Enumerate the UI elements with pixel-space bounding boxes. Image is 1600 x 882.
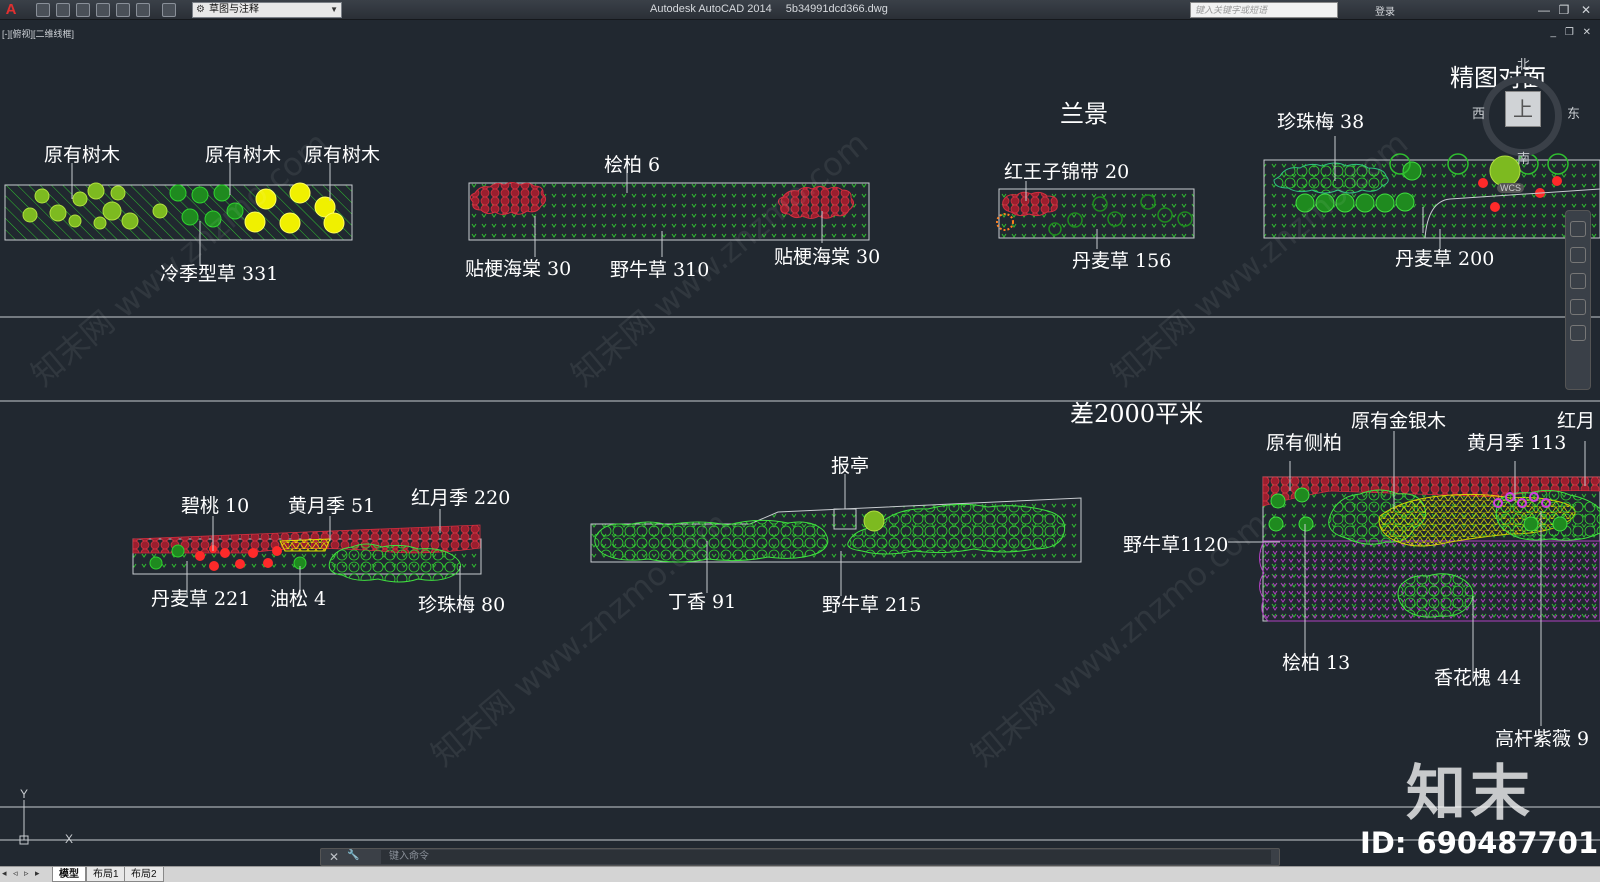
print-icon[interactable] bbox=[116, 3, 130, 17]
orbit-icon[interactable] bbox=[1570, 299, 1586, 315]
save-as-icon[interactable] bbox=[96, 3, 110, 17]
label-buffalo-grass-2: 野牛草 215 bbox=[822, 594, 922, 616]
tab-layout2[interactable]: 布局2 bbox=[124, 867, 164, 882]
label-lilac: 丁香 91 bbox=[668, 591, 737, 613]
viewcube-east[interactable]: 东 bbox=[1567, 103, 1580, 122]
label-yellow-rose-2: 黄月季 113 bbox=[1467, 432, 1567, 454]
viewcube-south[interactable]: 南 bbox=[1517, 148, 1530, 167]
search-input[interactable]: 键入关键字或短语 bbox=[1190, 2, 1338, 18]
label-sorbaria-1: 珍珠梅 38 bbox=[1277, 111, 1365, 133]
label-kiosk: 报亭 bbox=[831, 455, 870, 477]
section-title-area-diff: 差2000平米 bbox=[1070, 400, 1204, 428]
open-file-icon[interactable] bbox=[56, 3, 70, 17]
chevron-down-icon: ▼ bbox=[330, 5, 338, 14]
minimize-button[interactable]: — bbox=[1536, 2, 1552, 18]
close-button[interactable]: ✕ bbox=[1578, 2, 1594, 18]
label-juniper-2: 桧柏 13 bbox=[1282, 652, 1351, 674]
label-danish-grass-2: 丹麦草 200 bbox=[1395, 248, 1495, 270]
label-danish-grass-3: 丹麦草 221 bbox=[151, 588, 251, 610]
command-customize-icon[interactable]: 🔧 bbox=[347, 850, 359, 861]
label-flowering-quince-2: 贴梗海棠 30 bbox=[774, 246, 881, 268]
app-name: Autodesk AutoCAD 2014 bbox=[650, 3, 772, 15]
label-peach: 碧桃 10 bbox=[181, 495, 250, 517]
redo-icon[interactable] bbox=[162, 3, 176, 17]
label-weigela: 红王子锦带 20 bbox=[1004, 161, 1130, 183]
autocad-logo-icon[interactable]: A bbox=[2, 1, 20, 19]
watermark-logo: 知末 bbox=[1406, 759, 1534, 829]
label-pine: 油松 4 bbox=[270, 588, 327, 610]
file-name: 5b34991dcd366.dwg bbox=[785, 3, 888, 15]
viewcube-top-face[interactable]: 上 bbox=[1505, 91, 1541, 127]
layout-nav-arrows[interactable]: ◂ ◃ ▹ ▸ bbox=[2, 868, 42, 879]
label-red-rose-1: 红月季 220 bbox=[411, 487, 511, 509]
label-danish-grass-1: 丹麦草 156 bbox=[1072, 250, 1172, 272]
section-title-lanjing: 兰景 bbox=[1060, 100, 1108, 128]
command-input[interactable]: 键入命令 bbox=[381, 850, 1271, 864]
login-button[interactable]: 登录 bbox=[1375, 3, 1395, 18]
undo-icon[interactable] bbox=[136, 3, 150, 17]
workspace-label: 草图与注释 bbox=[209, 4, 259, 15]
zoom-icon[interactable] bbox=[1570, 273, 1586, 289]
command-line[interactable]: ✕ 🔧 键入命令 bbox=[320, 848, 1280, 866]
workspace-dropdown[interactable]: ⚙ 草图与注释 ▼ bbox=[192, 2, 342, 18]
label-arborvitae: 原有侧柏 bbox=[1266, 432, 1343, 454]
ucs-x-label: X bbox=[65, 832, 74, 846]
label-juniper: 桧柏 6 bbox=[604, 154, 661, 176]
watermark-id: ID: 690487701 bbox=[1360, 826, 1599, 860]
title-bar: A ⚙ 草图与注释 ▼ Autodesk AutoCAD 2014 5b34991… bbox=[0, 0, 1600, 20]
restore-button[interactable]: ❐ bbox=[1556, 2, 1572, 18]
save-icon[interactable] bbox=[76, 3, 90, 17]
label-existing-tree-1: 原有树木 bbox=[44, 144, 121, 166]
wcs-menu[interactable]: WCS bbox=[1497, 183, 1524, 193]
tab-layout1[interactable]: 布局1 bbox=[86, 867, 126, 882]
gear-icon: ⚙ bbox=[196, 4, 205, 15]
steering-wheel-icon[interactable] bbox=[1570, 221, 1586, 237]
label-flowering-quince-1: 贴梗海棠 30 bbox=[465, 258, 572, 280]
status-bar: ◂ ◃ ▹ ▸ 模型 布局1 布局2 bbox=[0, 866, 1600, 882]
pan-icon[interactable] bbox=[1570, 247, 1586, 263]
label-honeysuckle: 原有金银木 bbox=[1351, 410, 1447, 432]
label-yellow-rose-1: 黄月季 51 bbox=[288, 495, 376, 517]
window-title: Autodesk AutoCAD 2014 5b34991dcd366.dwg bbox=[650, 3, 888, 15]
ucs-y-label: Y bbox=[20, 787, 29, 801]
command-close-icon[interactable]: ✕ bbox=[329, 850, 339, 864]
new-file-icon[interactable] bbox=[36, 3, 50, 17]
navigation-bar[interactable] bbox=[1565, 210, 1591, 390]
label-fragrant-locust: 香花槐 44 bbox=[1434, 667, 1522, 689]
label-sorbaria-2: 珍珠梅 80 bbox=[418, 594, 506, 616]
tab-model[interactable]: 模型 bbox=[52, 867, 86, 882]
viewcube-north[interactable]: 北 bbox=[1517, 54, 1530, 73]
showmotion-icon[interactable] bbox=[1570, 325, 1586, 341]
viewcube-west[interactable]: 西 bbox=[1472, 103, 1485, 122]
